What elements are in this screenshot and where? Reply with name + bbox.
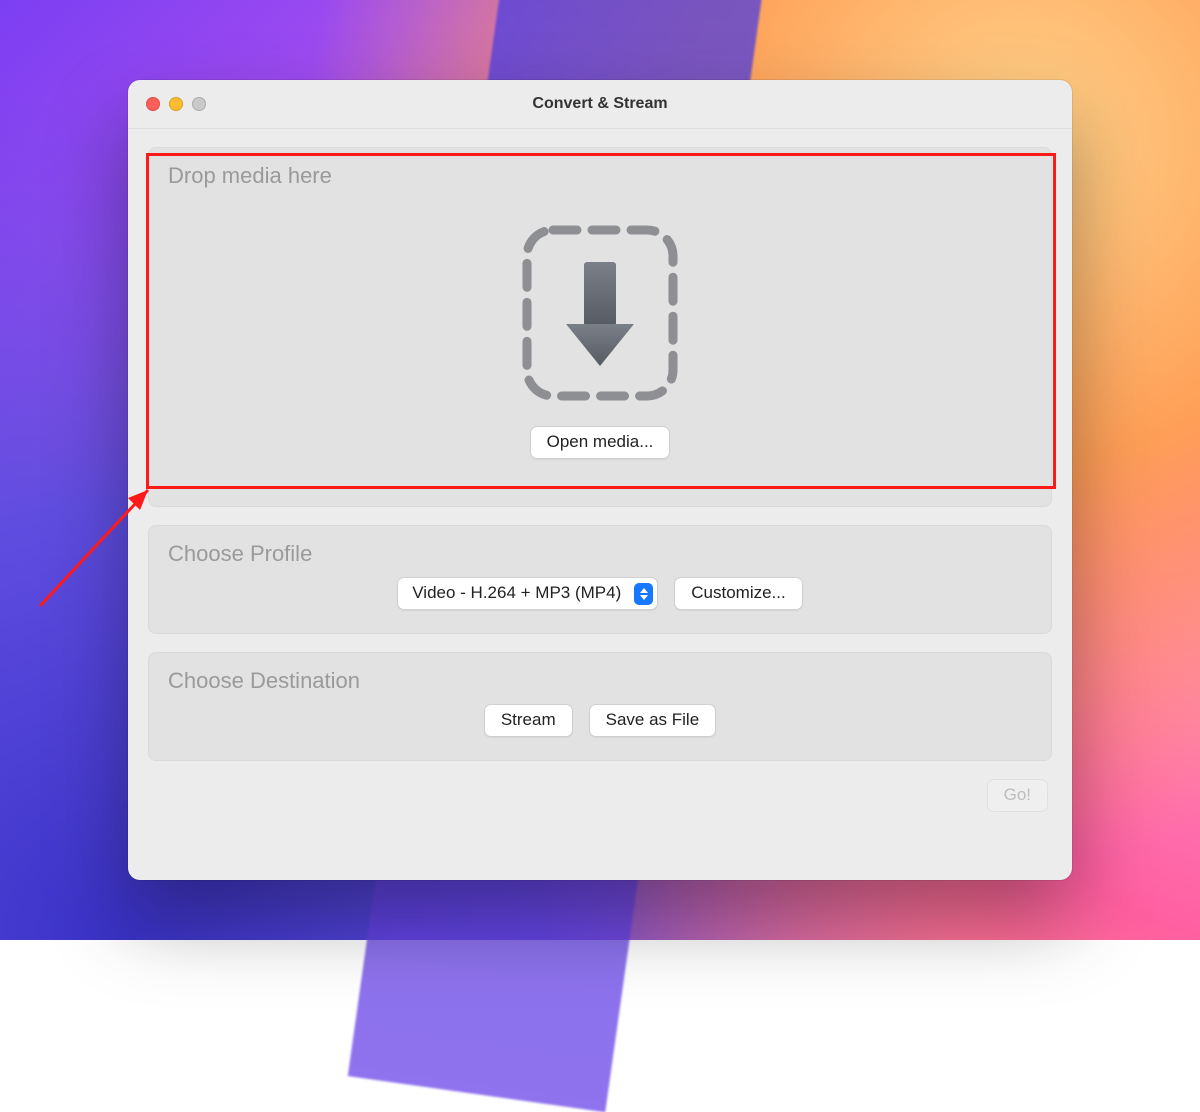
- zoom-icon: [192, 97, 206, 111]
- save-as-file-button[interactable]: Save as File: [589, 704, 717, 737]
- choose-destination-label: Choose Destination: [168, 668, 1032, 694]
- choose-destination-panel: Choose Destination Stream Save as File: [148, 652, 1052, 761]
- choose-profile-panel: Choose Profile Video - H.264 + MP3 (MP4)…: [148, 525, 1052, 634]
- profile-select-value: Video - H.264 + MP3 (MP4): [412, 583, 621, 602]
- footer: Go!: [148, 779, 1052, 812]
- convert-stream-window: Convert & Stream Drop media here: [128, 80, 1072, 880]
- drop-target-icon: [521, 224, 679, 402]
- drop-media-panel[interactable]: Drop media here: [148, 147, 1052, 507]
- titlebar: Convert & Stream: [128, 80, 1072, 129]
- choose-profile-label: Choose Profile: [168, 541, 1032, 567]
- customize-button[interactable]: Customize...: [674, 577, 802, 610]
- window-title: Convert & Stream: [532, 95, 667, 113]
- window-controls: [146, 97, 206, 111]
- chevron-up-down-icon: [634, 583, 653, 605]
- stream-button[interactable]: Stream: [484, 704, 573, 737]
- drop-media-label: Drop media here: [168, 163, 1032, 189]
- close-icon[interactable]: [146, 97, 160, 111]
- window-content: Drop media here: [128, 129, 1072, 880]
- profile-select[interactable]: Video - H.264 + MP3 (MP4): [397, 577, 658, 610]
- go-button: Go!: [987, 779, 1048, 812]
- drop-zone[interactable]: Open media...: [168, 199, 1032, 483]
- minimize-icon[interactable]: [169, 97, 183, 111]
- open-media-button[interactable]: Open media...: [530, 426, 671, 459]
